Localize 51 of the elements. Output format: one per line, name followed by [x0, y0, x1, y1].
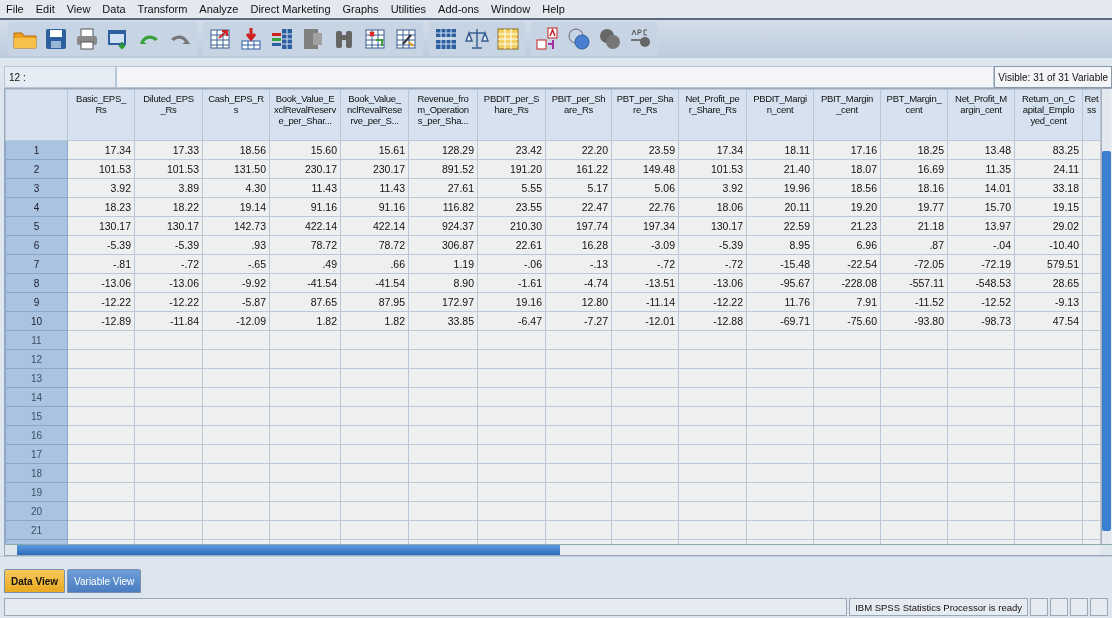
column-header[interactable]: Book_Value_ nclRevalRese rve_per_S... — [340, 89, 409, 141]
column-header[interactable]: Diluted_EPS _Rs — [134, 89, 203, 141]
menu-item[interactable]: Add-ons — [438, 3, 480, 15]
column-header[interactable]: PBIT_per_Sh are_Rs — [545, 89, 612, 141]
menu-item[interactable]: View — [66, 3, 91, 15]
variables-icon[interactable] — [269, 26, 295, 52]
vertical-scrollbar[interactable] — [1101, 89, 1111, 544]
column-header[interactable]: Revenue_fro m_Operation s_per_Sha... — [408, 89, 478, 141]
status-pane — [1030, 598, 1048, 616]
column-header[interactable]: Net_Profit_pe r_Share_Rs — [678, 89, 747, 141]
select-cases-icon[interactable] — [495, 26, 521, 52]
menu-item[interactable]: Data — [102, 3, 126, 15]
column-header[interactable]: PBT_Margin_ cent — [880, 89, 948, 141]
menu-item[interactable]: Utilities — [390, 3, 427, 15]
column-header[interactable]: Basic_EPS_ Rs — [67, 89, 135, 141]
column-header[interactable]: Cash_EPS_R s — [202, 89, 270, 141]
menu-item[interactable]: Analyze — [199, 3, 239, 15]
column-header[interactable]: PBIT_Margin _cent — [813, 89, 881, 141]
menu-item[interactable]: Graphs — [342, 3, 379, 15]
column-header[interactable]: Net_Profit_M argin_cent — [947, 89, 1015, 141]
case-label: 12 : — [4, 66, 116, 88]
status-pane — [1070, 598, 1088, 616]
venn-icon[interactable] — [566, 26, 592, 52]
column-header[interactable]: Book_Value_E xclRevalReserv e_per_Shar... — [269, 89, 341, 141]
view-tab[interactable]: Data View — [4, 569, 66, 593]
status-message: IBM SPSS Statistics Processor is ready — [849, 598, 1028, 616]
menu-item[interactable]: Help — [542, 3, 565, 15]
cell-editor-field[interactable] — [116, 66, 995, 88]
column-header[interactable]: PBDIT_Margi n_cent — [746, 89, 814, 141]
status-pane — [1050, 598, 1068, 616]
menu-item[interactable]: Window — [491, 3, 531, 15]
menu-item[interactable]: Transform — [137, 3, 188, 15]
menu-item[interactable]: File — [6, 3, 24, 15]
split-file-icon[interactable] — [433, 26, 459, 52]
circles-icon[interactable] — [597, 26, 623, 52]
horizontal-scrollbar[interactable] — [5, 544, 1112, 555]
menu-item[interactable]: Edit — [35, 3, 55, 15]
goto-variable-icon[interactable] — [238, 26, 264, 52]
scales-icon[interactable] — [464, 26, 490, 52]
column-header[interactable]: PBDIT_per_S hare_Rs — [477, 89, 546, 141]
visible-variables-label: Visible: 31 of 31 Variable — [994, 66, 1112, 88]
column-header[interactable]: PBT_per_Sha re_Rs — [611, 89, 679, 141]
goto-case-icon[interactable] — [207, 26, 233, 52]
insert-variable-icon[interactable] — [393, 26, 419, 52]
print-icon[interactable] — [74, 26, 100, 52]
value-labels-icon[interactable] — [535, 26, 561, 52]
save-icon[interactable] — [43, 26, 69, 52]
status-pane — [1090, 598, 1108, 616]
menu-item[interactable]: Direct Marketing — [250, 3, 331, 15]
column-header[interactable]: Return_on_C apital_Emplo yed_cent — [1014, 89, 1083, 141]
insert-cases-icon[interactable] — [362, 26, 388, 52]
